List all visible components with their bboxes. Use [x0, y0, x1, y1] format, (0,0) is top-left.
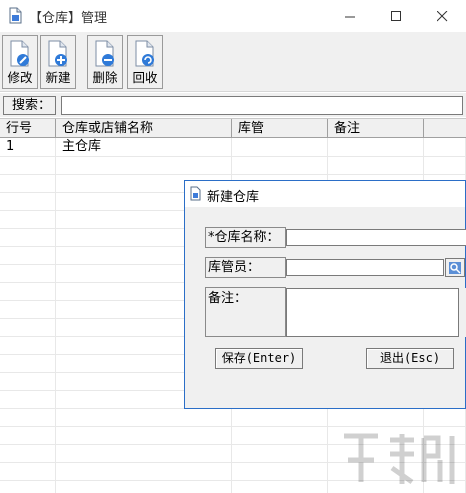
warehouse-name-label: *仓库名称： — [205, 227, 286, 248]
exit-button[interactable]: 退出(Esc) — [366, 348, 454, 369]
grid-cell[interactable] — [0, 426, 56, 444]
delete-button[interactable]: 删除 — [87, 35, 123, 89]
grid-cell[interactable] — [0, 300, 56, 318]
close-icon — [436, 10, 447, 21]
grid-cell[interactable] — [0, 336, 56, 354]
grid-cell[interactable] — [56, 444, 232, 462]
column-header-remarks[interactable]: 备注 — [328, 119, 424, 138]
grid-cell[interactable] — [232, 480, 328, 493]
watermark-logo — [340, 430, 462, 488]
dialog-title: 新建仓库 — [207, 190, 260, 205]
recycle-button[interactable]: 回收 — [127, 35, 163, 89]
remarks-label: 备注： — [205, 287, 286, 337]
edit-icon — [10, 40, 29, 67]
grid-cell[interactable] — [0, 192, 56, 210]
cell-name[interactable]: 主仓库 — [56, 138, 232, 156]
grid-cell[interactable] — [0, 444, 56, 462]
grid-cell[interactable] — [232, 156, 328, 174]
delete-icon — [95, 40, 114, 67]
grid-cell[interactable] — [0, 174, 56, 192]
column-header-manager[interactable]: 库管 — [232, 119, 328, 138]
save-button[interactable]: 保存(Enter) — [215, 348, 303, 369]
grid-cell[interactable] — [0, 228, 56, 246]
cell-remarks[interactable] — [328, 138, 424, 156]
grid-cell[interactable] — [0, 282, 56, 300]
table-row[interactable] — [0, 156, 466, 175]
cell-manager[interactable] — [232, 138, 328, 156]
maximize-icon — [390, 10, 401, 21]
document-icon — [190, 186, 201, 201]
grid-cell[interactable] — [0, 318, 56, 336]
toolbar: 修改 新建 删除 回收 — [0, 32, 466, 92]
lookup-icon — [449, 261, 461, 274]
grid-cell[interactable] — [56, 426, 232, 444]
manager-input[interactable] — [286, 259, 444, 276]
grid-cell[interactable] — [0, 264, 56, 282]
edit-button[interactable]: 修改 — [2, 35, 38, 89]
grid-cell[interactable] — [424, 408, 466, 426]
grid-cell[interactable] — [0, 408, 56, 426]
minimize-icon — [344, 16, 355, 17]
recycle-icon — [135, 40, 154, 67]
search-label: 搜索： — [3, 96, 56, 115]
new-warehouse-dialog: 新建仓库 *仓库名称： 库管员： 备注： 保存(Enter) 退出(Esc) — [184, 180, 466, 409]
grid-cell[interactable] — [424, 156, 466, 174]
grid-cell[interactable] — [0, 390, 56, 408]
maximize-button[interactable] — [373, 0, 419, 32]
window-title: 【仓库】管理 — [29, 11, 108, 26]
column-header-row-number[interactable]: 行号 — [0, 119, 56, 138]
recycle-label: 回收 — [132, 70, 158, 85]
grid-cell[interactable] — [0, 354, 56, 372]
grid-cell[interactable] — [56, 480, 232, 493]
remarks-input[interactable] — [286, 288, 459, 337]
grid-cell[interactable] — [0, 372, 56, 390]
grid-cell[interactable] — [0, 480, 56, 493]
grid-cell[interactable] — [232, 408, 328, 426]
grid-cell[interactable] — [232, 444, 328, 462]
close-button[interactable] — [419, 0, 465, 32]
grid-cell[interactable] — [328, 156, 424, 174]
grid-header: 行号 仓库或店铺名称 库管 备注 — [0, 118, 466, 138]
manager-label: 库管员： — [205, 257, 286, 278]
grid-cell[interactable] — [0, 210, 56, 228]
cell-row-number[interactable]: 1 — [0, 138, 56, 156]
grid-cell[interactable] — [232, 462, 328, 480]
warehouse-name-input[interactable] — [286, 229, 466, 246]
grid-cell[interactable] — [232, 426, 328, 444]
column-header-name[interactable]: 仓库或店铺名称 — [56, 119, 232, 138]
new-button[interactable]: 新建 — [40, 35, 76, 89]
grid-cell[interactable] — [0, 246, 56, 264]
table-row[interactable]: 1 主仓库 — [0, 138, 466, 157]
grid-cell[interactable] — [56, 408, 232, 426]
dialog-title-bar: 新建仓库 — [185, 181, 465, 207]
edit-label: 修改 — [7, 70, 33, 85]
minimize-button[interactable] — [327, 0, 373, 32]
new-label: 新建 — [45, 70, 71, 85]
search-input[interactable] — [61, 96, 463, 115]
delete-label: 删除 — [92, 70, 118, 85]
grid-cell[interactable] — [0, 462, 56, 480]
cell-extra[interactable] — [424, 138, 466, 156]
title-bar: 【仓库】管理 — [0, 0, 466, 32]
grid-cell[interactable] — [56, 462, 232, 480]
grid-cell[interactable] — [56, 156, 232, 174]
grid-cell[interactable] — [0, 156, 56, 174]
table-row[interactable] — [0, 408, 466, 427]
remarks-scrollbar[interactable] — [459, 288, 466, 337]
grid-cell[interactable] — [328, 408, 424, 426]
add-icon — [48, 40, 67, 67]
document-icon — [9, 7, 22, 24]
manager-lookup-button[interactable] — [445, 258, 465, 277]
